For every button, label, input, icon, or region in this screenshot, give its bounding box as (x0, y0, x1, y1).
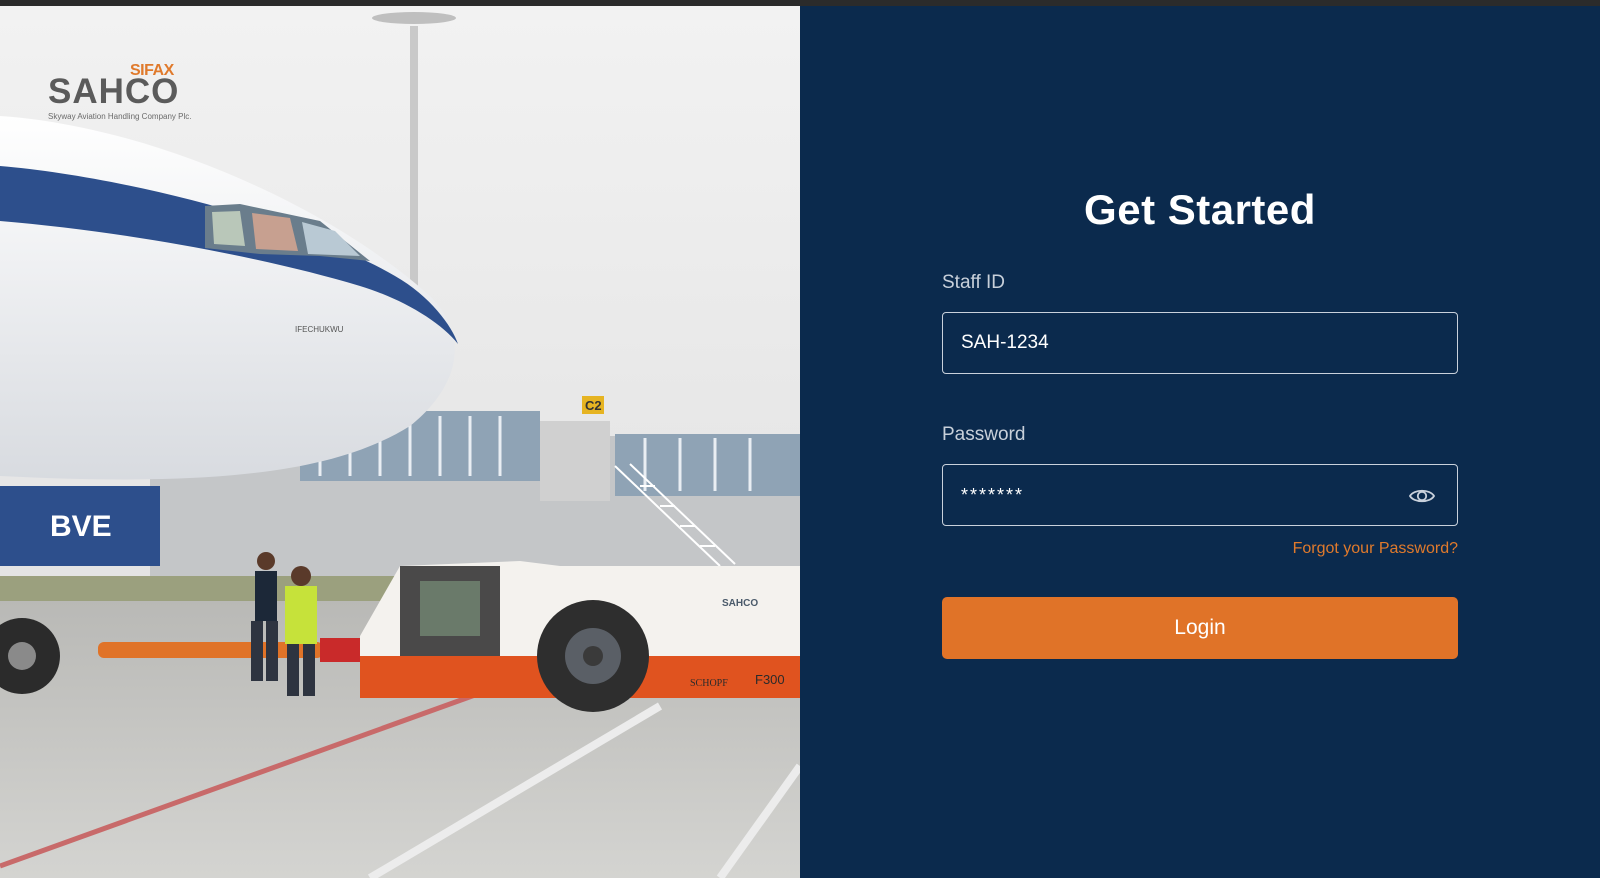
eye-icon[interactable] (1408, 482, 1436, 510)
tow-tractor: SAHCO SCHOPF F300 (360, 561, 800, 712)
password-input[interactable] (942, 464, 1458, 526)
tug-brand: SAHCO (722, 598, 758, 609)
login-button[interactable]: Login (942, 597, 1458, 659)
gate-sign: C2 (585, 398, 602, 413)
tug-model: F300 (755, 672, 785, 687)
tug-maker: SCHOPF (690, 678, 728, 689)
login-panel: Get Started Staff ID Password Forgot you… (800, 6, 1600, 878)
staff-id-label: Staff ID (942, 272, 1006, 293)
page-title: Get Started (1084, 186, 1316, 233)
staff-id-input[interactable] (942, 312, 1458, 374)
company-logo: SIFAX SAHCO Skyway Aviation Handling Com… (48, 56, 192, 126)
hero-photo: C2 IFECHUKWU BVE SAHCO SCHOPF F300 SIFAX… (0, 6, 800, 878)
password-label: Password (942, 424, 1026, 445)
logo-tagline: Skyway Aviation Handling Company Plc. (48, 112, 192, 121)
aircraft-nose-name: IFECHUKWU (295, 325, 344, 334)
forgot-password-link[interactable]: Forgot your Password? (942, 540, 1458, 558)
logo-wordmark: SAHCO (48, 72, 180, 111)
aircraft-registration: BVE (50, 510, 112, 543)
apron-scene: C2 IFECHUKWU BVE SAHCO SCHOPF F300 (0, 6, 800, 878)
